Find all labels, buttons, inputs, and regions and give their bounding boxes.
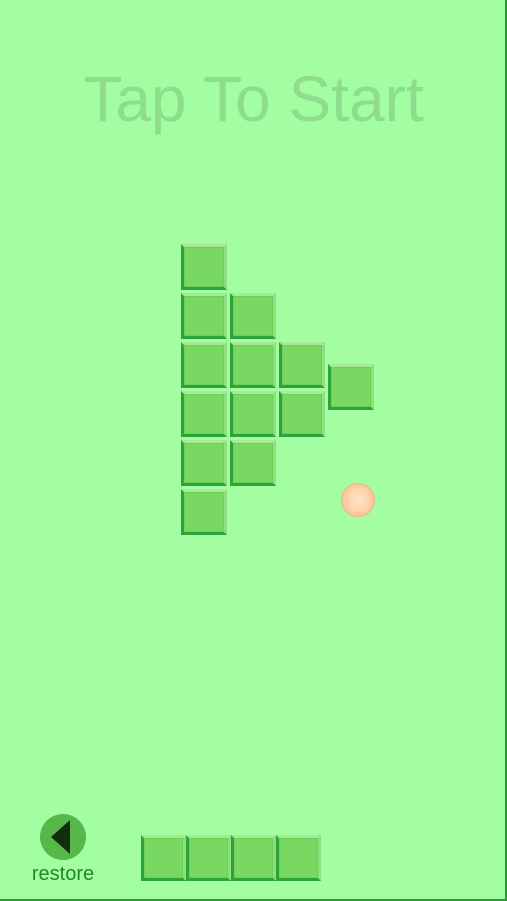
- board-block[interactable]: [181, 391, 227, 437]
- board-block[interactable]: [181, 244, 227, 290]
- board-block[interactable]: [181, 440, 227, 486]
- restore-label[interactable]: restore: [20, 863, 106, 886]
- board-block[interactable]: [230, 440, 276, 486]
- board-block[interactable]: [230, 342, 276, 388]
- board-block[interactable]: [181, 342, 227, 388]
- tray-block[interactable]: [141, 835, 186, 881]
- tray-block[interactable]: [186, 835, 231, 881]
- tap-to-start-title[interactable]: Tap To Start: [0, 62, 507, 136]
- board-block[interactable]: [181, 293, 227, 339]
- tray-block[interactable]: [276, 835, 321, 881]
- board-block[interactable]: [279, 342, 325, 388]
- board-block[interactable]: [328, 364, 374, 410]
- board-block[interactable]: [230, 391, 276, 437]
- board-block[interactable]: [279, 391, 325, 437]
- tray-block[interactable]: [231, 835, 276, 881]
- board-block[interactable]: [181, 489, 227, 535]
- left-triangle-icon: [51, 820, 70, 854]
- board-block[interactable]: [230, 293, 276, 339]
- restore-button[interactable]: [40, 814, 86, 860]
- ball: [342, 484, 374, 516]
